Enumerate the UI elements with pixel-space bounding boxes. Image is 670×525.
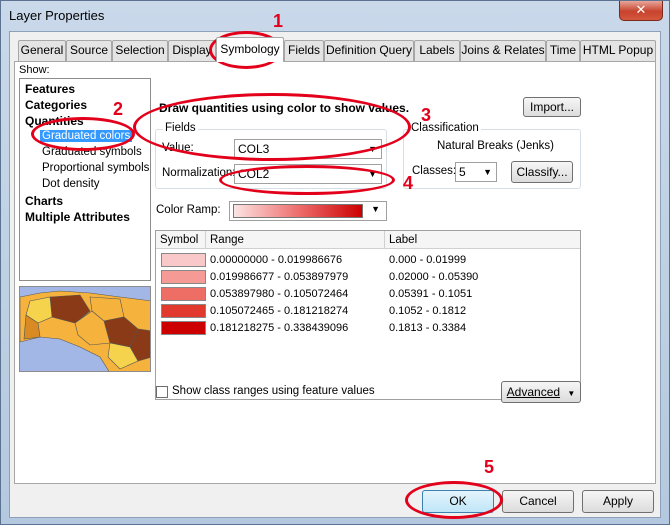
tab-selection[interactable]: Selection bbox=[112, 40, 168, 61]
normalization-field-select[interactable]: COL2 ▼ bbox=[234, 164, 382, 184]
tab-display[interactable]: Display bbox=[168, 40, 216, 61]
range-cell: 0.00000000 - 0.019986676 bbox=[210, 254, 343, 266]
map-preview-image bbox=[19, 286, 151, 372]
label-cell: 0.000 - 0.01999 bbox=[389, 254, 467, 266]
renderer-description: Draw quantities using color to show valu… bbox=[159, 101, 410, 115]
advanced-button[interactable]: Advanced ▼ bbox=[501, 381, 581, 403]
column-header-symbol[interactable]: Symbol bbox=[156, 231, 206, 249]
show-item-features[interactable]: Features bbox=[25, 82, 75, 96]
tab-general[interactable]: General bbox=[18, 40, 66, 61]
fields-group-label: Fields bbox=[163, 122, 198, 134]
symbol-swatch[interactable] bbox=[161, 270, 206, 284]
tab-joins-relates[interactable]: Joins & Relates bbox=[460, 40, 546, 61]
show-item-graduated-colors[interactable]: Graduated colors bbox=[40, 130, 133, 142]
tab-fields[interactable]: Fields bbox=[284, 40, 324, 61]
annotation-number-1: 1 bbox=[273, 11, 284, 31]
import-button[interactable]: Import... bbox=[523, 97, 581, 117]
value-field-text: COL3 bbox=[238, 142, 270, 156]
label-cell: 0.1052 - 0.1812 bbox=[389, 305, 467, 317]
tab-html-popup[interactable]: HTML Popup bbox=[580, 40, 656, 61]
title-bar[interactable]: Layer Properties ✕ bbox=[1, 1, 669, 31]
symbol-swatch[interactable] bbox=[161, 253, 206, 267]
show-label: Show: bbox=[19, 64, 50, 76]
tab-source[interactable]: Source bbox=[66, 40, 112, 61]
classification-group-label: Classification bbox=[409, 122, 481, 134]
table-row[interactable]: 0.00000000 - 0.019986676 0.000 - 0.01999 bbox=[156, 252, 580, 269]
normalization-label: Normalization: bbox=[162, 167, 236, 179]
tab-strip: General Source Selection Display Symbolo… bbox=[18, 37, 658, 62]
show-tree: Features Categories Quantities Graduated… bbox=[19, 78, 151, 281]
class-breaks-table: Symbol Range Label 0.00000000 - 0.019986… bbox=[155, 230, 581, 400]
label-cell: 0.05391 - 0.1051 bbox=[389, 288, 473, 300]
color-ramp-label: Color Ramp: bbox=[156, 204, 221, 216]
range-cell: 0.181218275 - 0.338439096 bbox=[210, 322, 349, 334]
table-row[interactable]: 0.181218275 - 0.338439096 0.1813 - 0.338… bbox=[156, 320, 580, 337]
ok-button[interactable]: OK bbox=[422, 490, 494, 513]
layer-properties-window: Layer Properties ✕ General Source Select… bbox=[0, 0, 670, 525]
tab-symbology[interactable]: Symbology bbox=[216, 37, 284, 62]
color-ramp-select[interactable]: ▼ bbox=[229, 201, 387, 221]
symbol-swatch[interactable] bbox=[161, 321, 206, 335]
window-title: Layer Properties bbox=[9, 8, 105, 23]
close-button[interactable]: ✕ bbox=[619, 1, 663, 21]
range-cell: 0.105072465 - 0.181218274 bbox=[210, 305, 349, 317]
chevron-down-icon: ▼ bbox=[368, 169, 377, 179]
annotation-number-2: 2 bbox=[113, 99, 124, 119]
column-header-range[interactable]: Range bbox=[206, 231, 385, 249]
classification-method: Natural Breaks (Jenks) bbox=[437, 140, 554, 152]
range-cell: 0.019986677 - 0.053897979 bbox=[210, 271, 349, 283]
show-item-charts[interactable]: Charts bbox=[25, 194, 63, 208]
table-row[interactable]: 0.105072465 - 0.181218274 0.1052 - 0.181… bbox=[156, 303, 580, 320]
normalization-field-text: COL2 bbox=[238, 167, 270, 181]
tab-labels[interactable]: Labels bbox=[414, 40, 460, 61]
map-thumbnail bbox=[20, 287, 150, 371]
show-item-quantities[interactable]: Quantities bbox=[25, 114, 84, 128]
apply-button[interactable]: Apply bbox=[582, 490, 654, 513]
color-ramp-swatch bbox=[233, 204, 363, 218]
symbology-panel: Show: Features Categories Quantities Gra… bbox=[14, 61, 656, 484]
table-row[interactable]: 0.019986677 - 0.053897979 0.02000 - 0.05… bbox=[156, 269, 580, 286]
table-row[interactable]: 0.053897980 - 0.105072464 0.05391 - 0.10… bbox=[156, 286, 580, 303]
label-cell: 0.1813 - 0.3384 bbox=[389, 322, 467, 334]
show-item-dot-density[interactable]: Dot density bbox=[42, 178, 100, 190]
chevron-down-icon: ▼ bbox=[368, 144, 377, 154]
show-class-ranges-label: Show class ranges using feature values bbox=[172, 385, 375, 397]
column-header-label[interactable]: Label bbox=[385, 231, 580, 249]
symbol-swatch[interactable] bbox=[161, 287, 206, 301]
tab-time[interactable]: Time bbox=[546, 40, 580, 61]
symbol-swatch[interactable] bbox=[161, 304, 206, 318]
classes-label: Classes: bbox=[412, 165, 457, 177]
classes-select[interactable]: 5 ▼ bbox=[455, 162, 497, 182]
show-class-ranges-checkbox[interactable] bbox=[156, 386, 168, 398]
label-cell: 0.02000 - 0.05390 bbox=[389, 271, 479, 283]
show-item-multiple-attributes[interactable]: Multiple Attributes bbox=[25, 210, 130, 224]
close-icon: ✕ bbox=[635, 2, 647, 17]
show-item-categories[interactable]: Categories bbox=[25, 98, 87, 112]
chevron-down-icon: ▼ bbox=[371, 204, 380, 214]
value-field-select[interactable]: COL3 ▼ bbox=[234, 139, 382, 159]
cancel-button[interactable]: Cancel bbox=[502, 490, 574, 513]
show-item-graduated-symbols[interactable]: Graduated symbols bbox=[42, 146, 142, 158]
chevron-down-icon: ▼ bbox=[567, 389, 576, 398]
classify-button[interactable]: Classify... bbox=[511, 161, 573, 183]
dialog-client-area: General Source Selection Display Symbolo… bbox=[9, 31, 661, 518]
annotation-number-3: 3 bbox=[421, 105, 432, 125]
advanced-label: Advanced bbox=[506, 385, 561, 399]
range-cell: 0.053897980 - 0.105072464 bbox=[210, 288, 349, 300]
tab-definition-query[interactable]: Definition Query bbox=[324, 40, 414, 61]
classes-value: 5 bbox=[459, 165, 466, 179]
chevron-down-icon: ▼ bbox=[483, 167, 492, 177]
show-item-proportional-symbols[interactable]: Proportional symbols bbox=[42, 162, 149, 174]
annotation-number-5: 5 bbox=[484, 457, 495, 477]
annotation-number-4: 4 bbox=[403, 173, 414, 193]
value-label: Value: bbox=[162, 142, 194, 154]
